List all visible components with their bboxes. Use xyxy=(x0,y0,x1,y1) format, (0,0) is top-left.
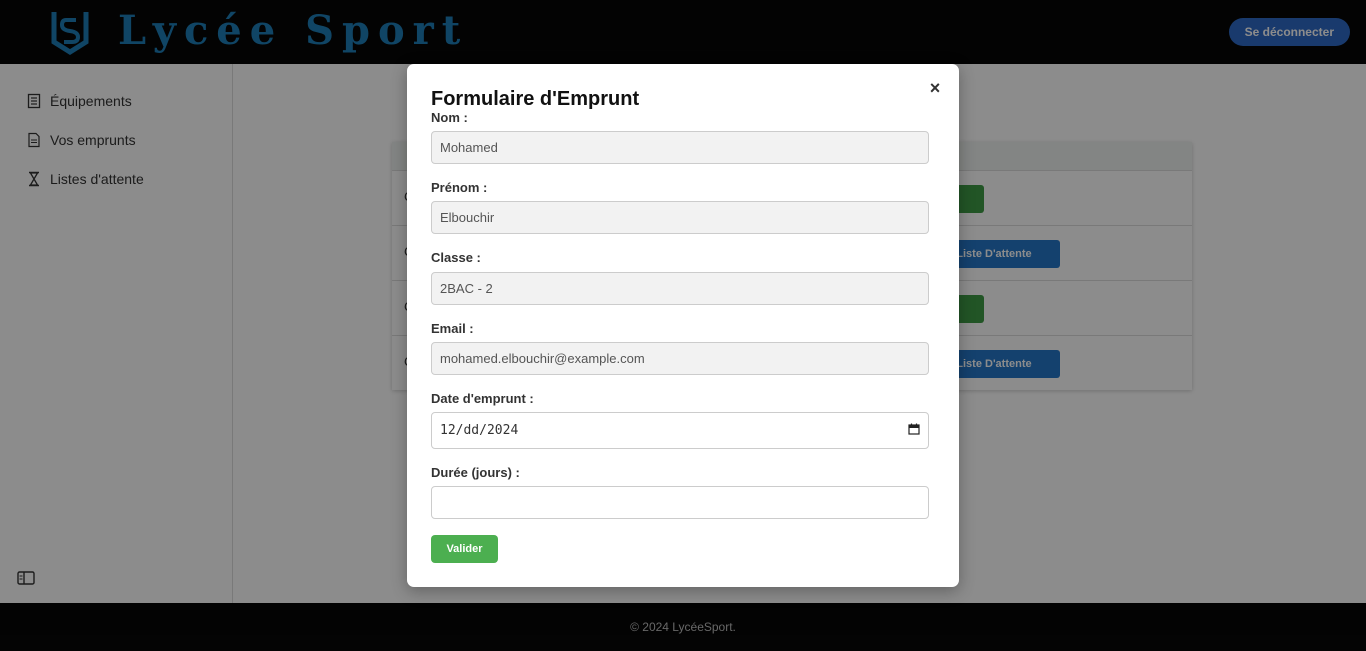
email-field[interactable]: mohamed.elbouchir@example.com xyxy=(431,342,929,375)
email-label: Email : xyxy=(431,321,474,336)
classe-field[interactable]: 2BAC - 2 xyxy=(431,272,929,305)
close-icon[interactable]: × xyxy=(927,79,943,97)
duree-label: Durée (jours) : xyxy=(431,465,520,480)
calendar-icon[interactable] xyxy=(908,423,920,439)
nom-field[interactable]: Mohamed xyxy=(431,131,929,164)
prenom-value: Elbouchir xyxy=(440,210,495,225)
email-value: mohamed.elbouchir@example.com xyxy=(440,351,645,366)
borrow-form-modal: × Formulaire d'Emprunt Nom : Mohamed Pré… xyxy=(407,64,959,587)
date-field[interactable]: 12/dd/2024 xyxy=(431,412,929,449)
prenom-label: Prénom : xyxy=(431,180,488,195)
date-value: 12/dd/2024 xyxy=(440,423,519,438)
classe-label: Classe : xyxy=(431,250,481,265)
prenom-field[interactable]: Elbouchir xyxy=(431,201,929,234)
nom-value: Mohamed xyxy=(440,140,498,155)
nom-label: Nom : xyxy=(431,110,468,125)
modal-title: Formulaire d'Emprunt xyxy=(431,88,640,110)
duree-field[interactable] xyxy=(431,486,929,519)
classe-value: 2BAC - 2 xyxy=(440,281,493,296)
date-label: Date d'emprunt : xyxy=(431,391,534,406)
valider-button[interactable]: Valider xyxy=(431,535,498,563)
